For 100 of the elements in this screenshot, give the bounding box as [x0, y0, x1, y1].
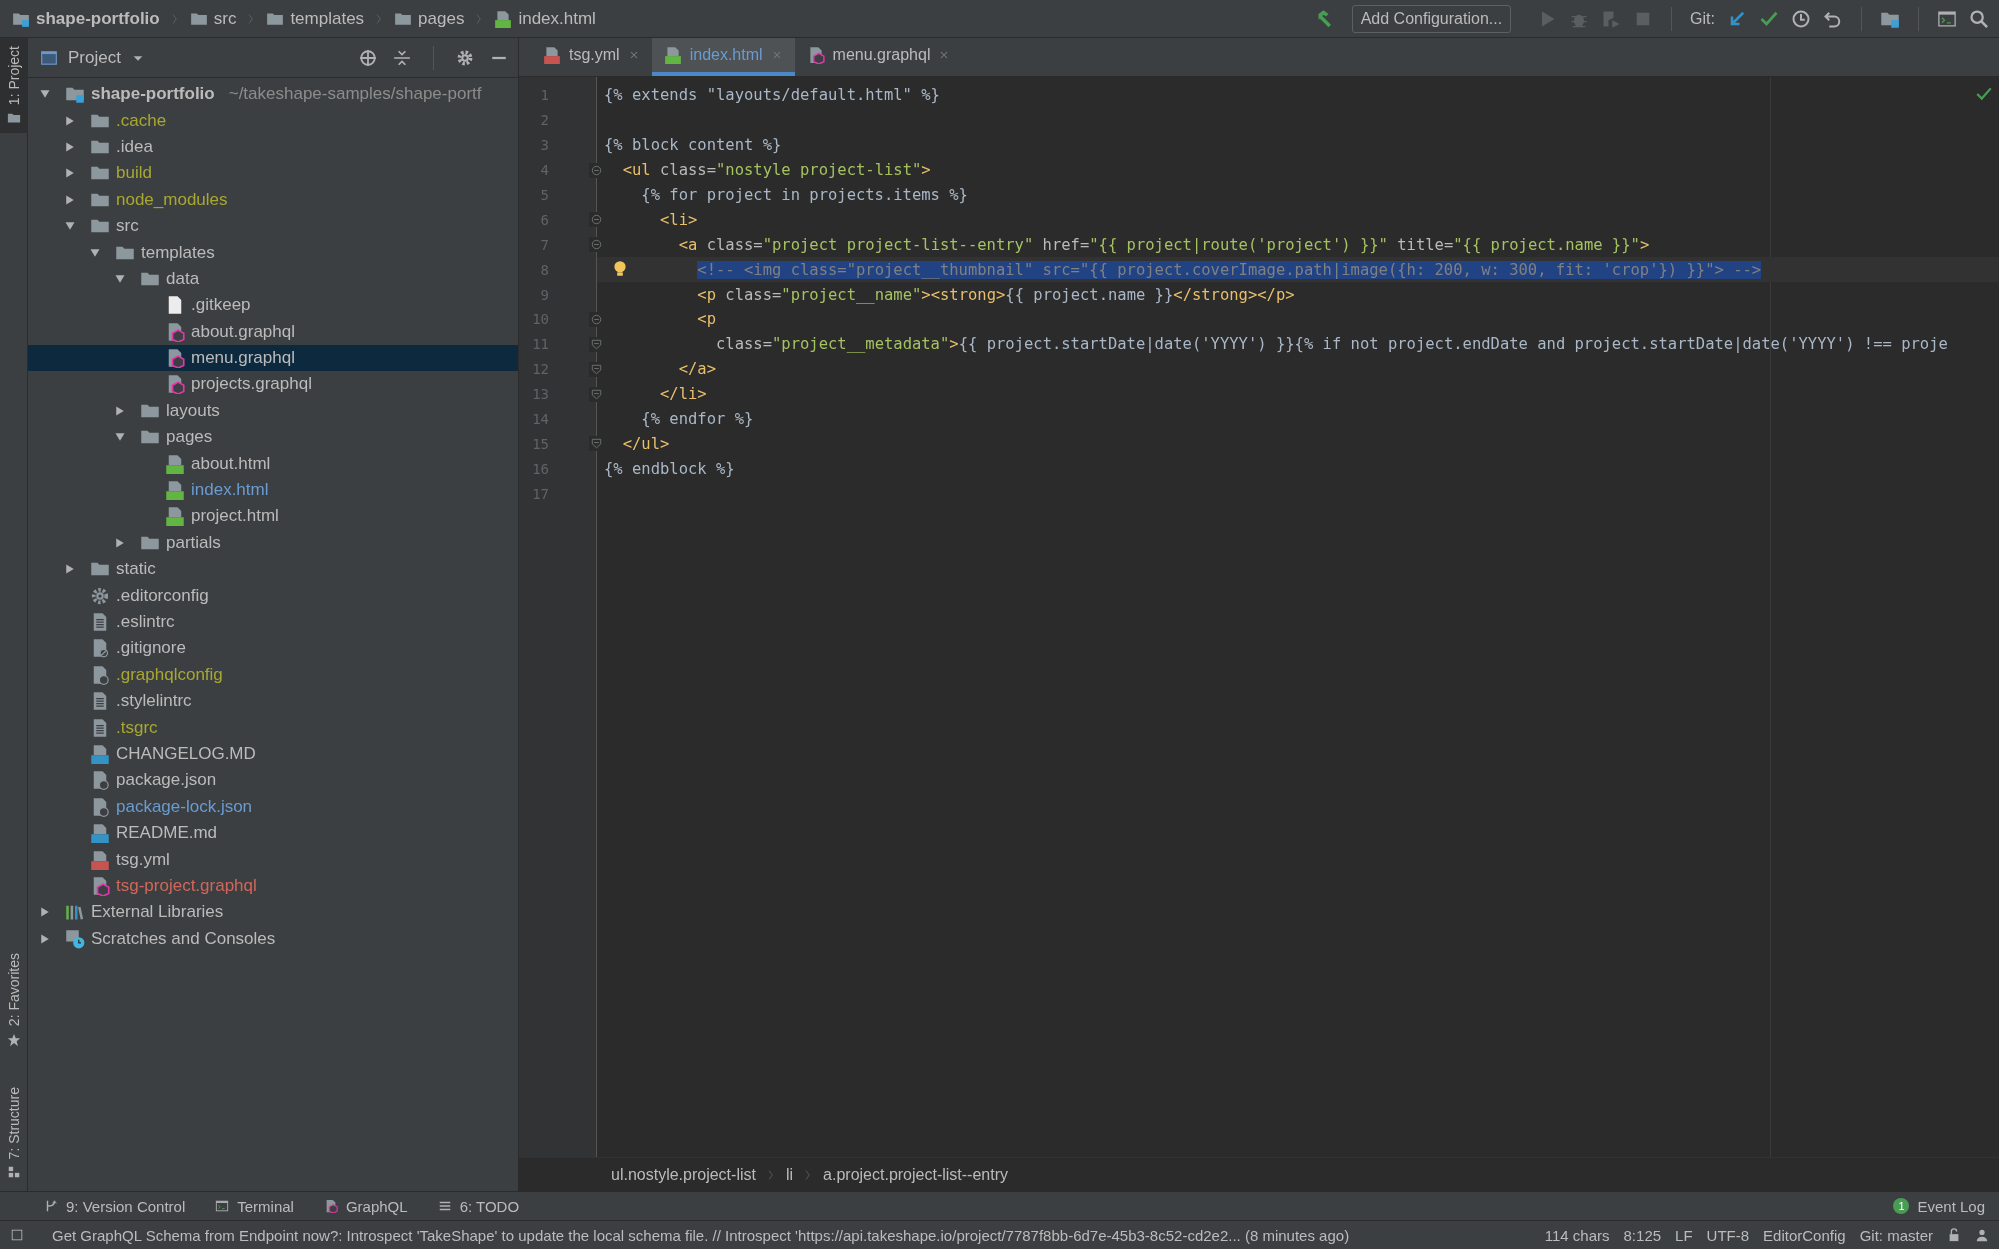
tree-item[interactable]: .idea	[28, 133, 518, 161]
html-file-icon	[165, 453, 185, 474]
lightbulb-icon[interactable]	[611, 260, 629, 279]
expand-arrow-icon[interactable]	[64, 193, 76, 206]
tree-item[interactable]: README.md	[28, 819, 518, 847]
markdown-file-icon	[90, 823, 110, 844]
status-message[interactable]: Get GraphQL Schema from Endpoint now?: Introspect 'TakeShape' to update the local schema file. // Introspect 'https://api.takeshape.io/project/7787f8bb-6d7e-45b3-8c52-cd2e2... (8 minutes ago)	[52, 1226, 1531, 1244]
configuration-button[interactable]: Add Configuration...	[1351, 4, 1512, 33]
tree-item[interactable]: partials	[28, 529, 518, 557]
code-line: class="project__metadata">{{ project.startDate|date('YYYY') }}{% if not project.endDate and project.startDate|date('YYYY') !== proje	[714, 335, 1948, 354]
fold-icon[interactable]	[589, 237, 604, 253]
expand-arrow-icon[interactable]	[39, 932, 51, 945]
tree-item[interactable]: templates	[28, 239, 518, 266]
tree-item[interactable]: layouts	[28, 397, 518, 425]
tree-item[interactable]: index.html	[28, 476, 518, 504]
tree-item[interactable]: menu.graphql	[28, 344, 518, 372]
collapse-arrow-icon[interactable]	[89, 246, 101, 259]
tree-item[interactable]: node_modules	[28, 186, 518, 213]
fold-icon[interactable]	[589, 162, 604, 178]
breadcrumb-item[interactable]: templates	[290, 8, 365, 29]
expand-arrow-icon[interactable]	[64, 167, 76, 180]
terminal-icon[interactable]	[1937, 8, 1957, 29]
status-item[interactable]: LF	[1675, 1226, 1693, 1244]
tree-item[interactable]: .stylelintrc	[28, 688, 518, 715]
code-line: <a class="project project-list--entry" href="{{ project|route('project') }}" title="{{ project.name }}">	[677, 235, 1650, 254]
breadcrumb-item[interactable]: pages	[418, 8, 465, 29]
tree-item[interactable]: .graphqlconfig	[28, 661, 518, 688]
fold-icon[interactable]	[589, 311, 604, 327]
tool-window-tab[interactable]: 7: Structure	[0, 1078, 28, 1187]
panel-toggle-icon[interactable]	[10, 1228, 24, 1242]
editor-tab[interactable]: menu.graphql	[794, 38, 963, 76]
tool-window-button[interactable]: 9: Version Control	[44, 1197, 186, 1215]
window-icon	[40, 48, 58, 67]
tree-item[interactable]: src	[28, 212, 518, 240]
tree-item[interactable]: shape-portfolio ~/takeshape-samples/shape-portf	[28, 81, 518, 108]
breadcrumb-item[interactable]: a.project.project-list--entry	[823, 1165, 1008, 1184]
tree-item[interactable]: .editorconfig	[28, 582, 518, 609]
tree-item[interactable]: project.html	[28, 503, 518, 530]
expand-arrow-icon[interactable]	[64, 563, 76, 576]
tree-item[interactable]: .gitignore	[28, 635, 518, 662]
status-item[interactable]: Git: master	[1859, 1226, 1933, 1244]
tree-item[interactable]: .tsgrc	[28, 714, 518, 741]
tool-window-tab[interactable]: 2: Favorites	[0, 945, 28, 1055]
tool-window-button[interactable]: 6: TODO	[437, 1197, 520, 1215]
crosshair-icon[interactable]	[359, 48, 377, 67]
clock-icon[interactable]	[1791, 8, 1811, 29]
event-log-button[interactable]: 1 Event Log	[1893, 1197, 1985, 1215]
gear-icon	[90, 585, 110, 606]
tree-item[interactable]: External Libraries	[28, 899, 518, 926]
list-icon	[437, 1199, 452, 1213]
tree-item[interactable]: CHANGELOG.MD	[28, 740, 518, 768]
tree-item[interactable]: .eslintrc	[28, 608, 518, 636]
code-line: </li>	[659, 385, 707, 404]
code-line: <p class="project__name"><strong>{{ project.name }}</strong></p>	[696, 285, 1295, 304]
expand-arrow-icon[interactable]	[39, 906, 51, 919]
tree-item[interactable]: .gitkeep	[28, 292, 518, 319]
tree-item[interactable]: data	[28, 265, 518, 293]
breadcrumb-item[interactable]: shape-portfolio	[36, 8, 160, 29]
expand-arrow-icon[interactable]	[114, 404, 126, 417]
html-file-icon	[165, 480, 185, 501]
view-dropdown[interactable]: Project	[40, 47, 145, 68]
lock-icon[interactable]	[1947, 1228, 1961, 1242]
settings-icon[interactable]	[456, 48, 474, 67]
html-file-icon	[663, 46, 682, 64]
scratch-icon	[65, 928, 85, 949]
tree-item[interactable]: build	[28, 160, 518, 187]
expand-arrow-icon[interactable]	[64, 140, 76, 153]
tree-item[interactable]: package.json	[28, 767, 518, 794]
tree-item[interactable]: projects.graphql	[28, 371, 518, 398]
tool-window-tab[interactable]: 1: Project	[0, 38, 28, 134]
fold-icon[interactable]	[589, 212, 604, 228]
status-item[interactable]: 8:125	[1623, 1226, 1662, 1244]
tree-item[interactable]: package-lock.json	[28, 793, 518, 820]
collapse-icon[interactable]	[393, 48, 411, 67]
expand-arrow-icon[interactable]	[64, 114, 76, 127]
breadcrumb-item[interactable]: ul.nostyle.project-list	[611, 1165, 756, 1184]
status-item[interactable]: UTF-8	[1706, 1226, 1750, 1244]
tool-window-button[interactable]: Terminal	[215, 1197, 294, 1215]
breadcrumb-item[interactable]: src	[213, 8, 237, 29]
editor-tab[interactable]: tsg.yml	[531, 38, 652, 76]
tree-item[interactable]: about.html	[28, 450, 518, 477]
tree-item[interactable]: tsg.yml	[28, 846, 518, 873]
search-icon[interactable]	[1969, 8, 1989, 29]
expand-arrow-icon[interactable]	[114, 536, 126, 549]
html-file-icon	[165, 506, 185, 527]
status-item[interactable]: 114 chars	[1544, 1226, 1610, 1244]
status-item[interactable]: EditorConfig	[1763, 1226, 1846, 1244]
tool-window-button[interactable]: GraphQL	[323, 1197, 408, 1215]
tree-item[interactable]: Scratches and Consoles	[28, 925, 518, 952]
person-icon[interactable]	[1975, 1228, 1989, 1242]
star-icon	[7, 1032, 21, 1047]
code-line: {% endblock %}	[604, 459, 735, 478]
breadcrumb-item[interactable]: index.html	[518, 8, 596, 29]
tree-item[interactable]: static	[28, 556, 518, 583]
breadcrumb-item[interactable]: li	[785, 1165, 794, 1184]
tree-item[interactable]: .cache	[28, 107, 518, 134]
tree-item[interactable]: tsg-project.graphql	[28, 872, 518, 900]
collapse-arrow-icon[interactable]	[114, 272, 126, 285]
tree-item[interactable]: pages	[28, 424, 518, 451]
tree-item[interactable]: about.graphql	[28, 318, 518, 345]
